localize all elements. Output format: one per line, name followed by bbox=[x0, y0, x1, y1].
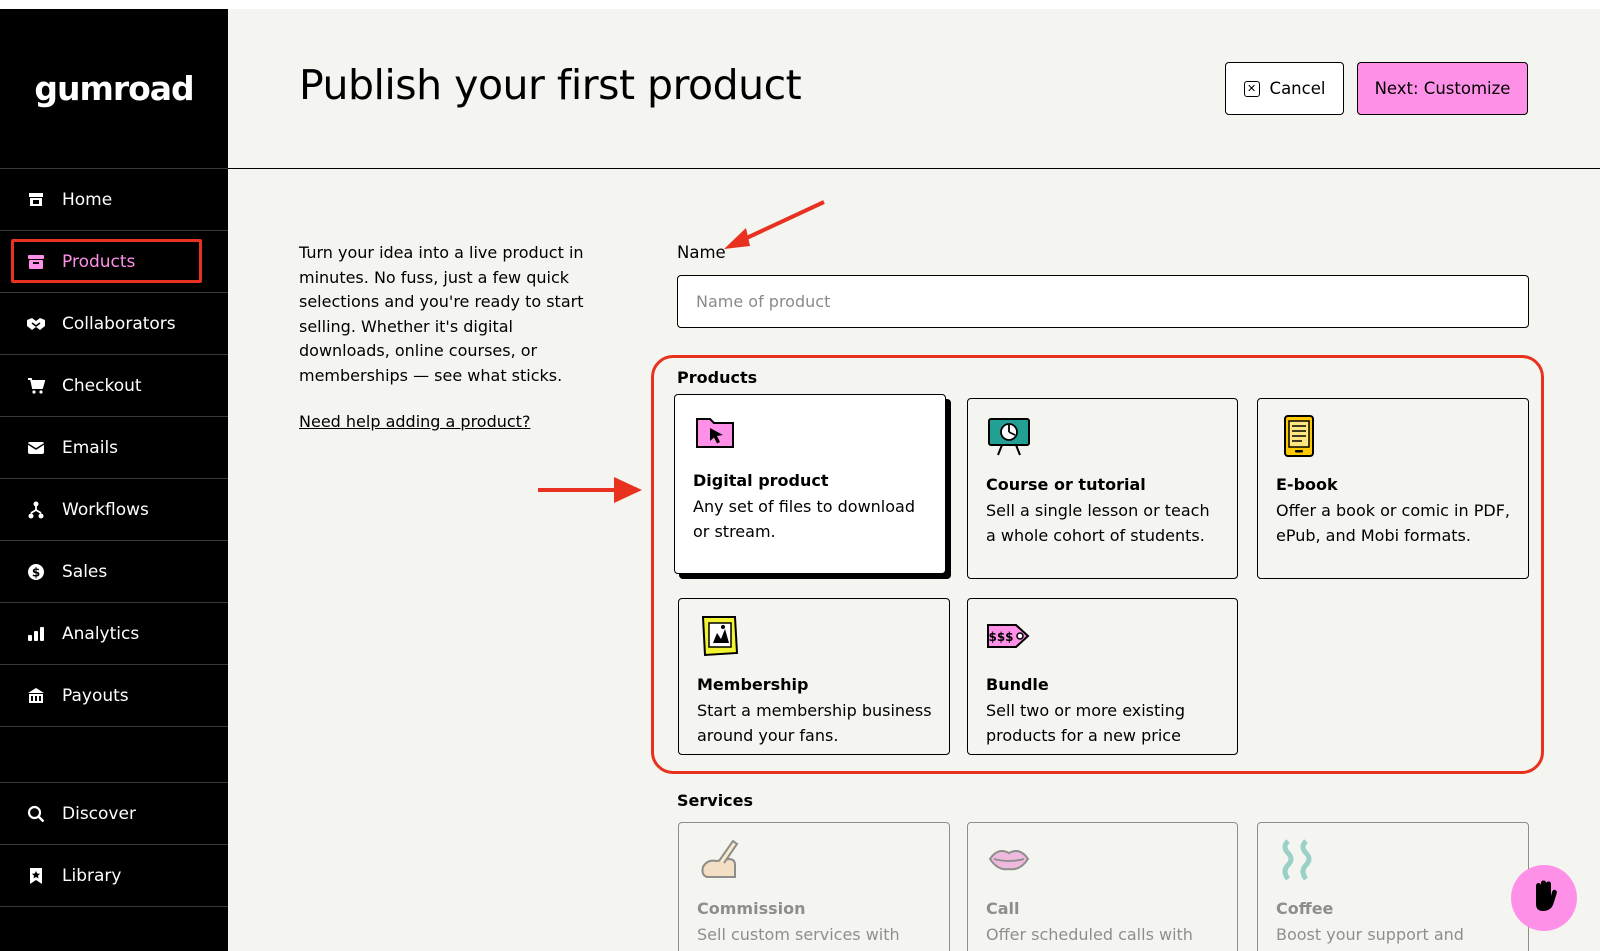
sidebar-item-workflows[interactable]: Workflows bbox=[0, 479, 228, 541]
price-tag-icon: $$$ bbox=[986, 613, 1032, 659]
sidebar-item-sales[interactable]: $ Sales bbox=[0, 541, 228, 603]
next-customize-button[interactable]: Next: Customize bbox=[1357, 62, 1528, 115]
dollar-circle-icon: $ bbox=[26, 562, 46, 582]
service-type-call[interactable]: Call Offer scheduled calls with bbox=[967, 822, 1238, 951]
cart-icon bbox=[26, 376, 46, 396]
hand-pen-icon bbox=[697, 837, 743, 883]
search-icon bbox=[26, 804, 46, 824]
close-icon: ✕ bbox=[1243, 80, 1260, 97]
svg-text:$: $ bbox=[32, 565, 40, 579]
ebook-icon bbox=[1276, 413, 1322, 459]
product-type-ebook[interactable]: E-book Offer a book or comic in PDF, ePu… bbox=[1257, 398, 1529, 579]
product-type-membership[interactable]: Membership Start a membership business a… bbox=[678, 598, 950, 755]
bar-chart-icon bbox=[26, 624, 46, 644]
sidebar-item-payouts[interactable]: Payouts bbox=[0, 665, 228, 727]
sidebar-item-products[interactable]: Products bbox=[0, 231, 228, 293]
sidebar-nav: Home Products Collaborators Checkout Ema… bbox=[0, 169, 228, 727]
sidebar-item-collaborators[interactable]: Collaborators bbox=[0, 293, 228, 355]
svg-text:$$$: $$$ bbox=[988, 630, 1013, 644]
annotation-highlight-products bbox=[11, 239, 202, 283]
intro-text: Turn your idea into a live product in mi… bbox=[299, 243, 584, 385]
envelope-icon bbox=[26, 438, 46, 458]
gumroad-logo[interactable]: gumroad bbox=[0, 9, 228, 169]
help-chat-button[interactable] bbox=[1511, 865, 1577, 931]
help-link[interactable]: Need help adding a product? bbox=[299, 412, 530, 431]
products-section-label: Products bbox=[677, 368, 758, 387]
membership-card-icon bbox=[697, 613, 743, 659]
lips-icon bbox=[986, 837, 1032, 883]
sidebar-bottom-nav: Discover Library bbox=[0, 782, 228, 907]
steam-icon bbox=[1276, 837, 1322, 883]
bank-icon bbox=[26, 686, 46, 706]
product-type-bundle[interactable]: $$$ Bundle Sell two or more existing pro… bbox=[967, 598, 1238, 755]
presentation-board-icon bbox=[986, 413, 1032, 459]
sidebar-item-discover[interactable]: Discover bbox=[0, 783, 228, 845]
service-type-commission[interactable]: Commission Sell custom services with bbox=[678, 822, 950, 951]
bookmark-icon bbox=[26, 866, 46, 886]
sidebar-item-analytics[interactable]: Analytics bbox=[0, 603, 228, 665]
sidebar-item-home[interactable]: Home bbox=[0, 169, 228, 231]
main-content: Publish your first product ✕ Cancel Next… bbox=[228, 9, 1600, 951]
services-section-label: Services bbox=[677, 791, 754, 810]
wave-hand-icon bbox=[1526, 878, 1562, 918]
service-type-coffee[interactable]: Coffee Boost your support and bbox=[1257, 822, 1529, 951]
sidebar: gumroad Home Products Collaborators Chec… bbox=[0, 9, 228, 951]
product-name-input[interactable] bbox=[677, 275, 1529, 328]
handshake-icon bbox=[26, 314, 46, 334]
page-title: Publish your first product bbox=[299, 61, 802, 109]
sidebar-item-checkout[interactable]: Checkout bbox=[0, 355, 228, 417]
store-icon bbox=[26, 190, 46, 210]
product-type-course[interactable]: Course or tutorial Sell a single lesson … bbox=[967, 398, 1238, 579]
page-header: Publish your first product ✕ Cancel Next… bbox=[228, 9, 1600, 169]
cancel-button[interactable]: ✕ Cancel bbox=[1225, 62, 1344, 115]
sidebar-item-library[interactable]: Library bbox=[0, 845, 228, 907]
folder-cursor-icon bbox=[693, 409, 739, 455]
name-label: Name bbox=[677, 243, 726, 262]
sidebar-item-emails[interactable]: Emails bbox=[0, 417, 228, 479]
workflow-icon bbox=[26, 500, 46, 520]
product-type-digital[interactable]: Digital product Any set of files to down… bbox=[674, 394, 946, 574]
